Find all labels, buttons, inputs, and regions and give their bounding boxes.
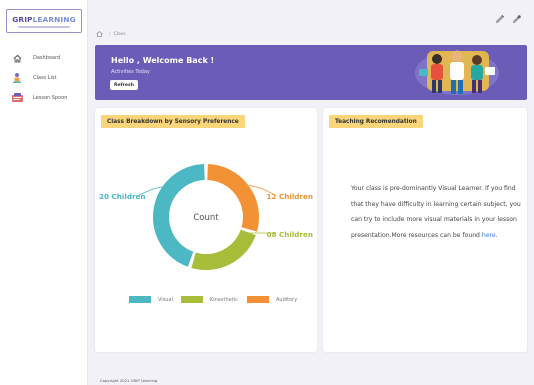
- donut-slice-kinesthetic[interactable]: [191, 229, 256, 270]
- breadcrumb-separator: /: [109, 31, 111, 37]
- class-breakdown-card: Class Breakdown by Sensory Preference Co…: [95, 108, 317, 352]
- recommendation-end: .: [495, 231, 498, 239]
- data-label-visual: 20 Children: [99, 192, 146, 201]
- refresh-button[interactable]: Refresh: [110, 80, 138, 90]
- data-label-auditory: 12 Children: [266, 192, 313, 201]
- class-list-icon: [10, 71, 24, 85]
- teaching-recommendation-card: Teaching Recomendation Your class is pre…: [323, 108, 527, 352]
- students-illustration: [415, 50, 499, 95]
- legend-item-kinesthetic: Kinesthetic: [181, 296, 238, 303]
- sidebar-item-dashboard[interactable]: Dashboard: [0, 48, 88, 68]
- home-icon: [10, 51, 24, 65]
- edit-icon[interactable]: [494, 14, 505, 25]
- legend-label-kinesthetic: Kinesthetic: [210, 296, 238, 303]
- banner-subtitle: Activities Today: [111, 69, 150, 75]
- breadcrumb-home-icon[interactable]: [96, 31, 103, 37]
- recommendation-body: Your class is pre-dominantly Visual Lear…: [351, 185, 521, 239]
- sidebar-nav: Dashboard Class List Lesson Spoon: [0, 48, 88, 108]
- sidebar-item-label: Class List: [33, 75, 57, 81]
- class-breakdown-title: Class Breakdown by Sensory Preference: [101, 115, 245, 128]
- sidebar: GRIPLEARNING Dashboard Class List Lesson…: [0, 0, 88, 385]
- logo-wordmark: GRIPLEARNING: [12, 15, 75, 24]
- legend-item-auditory: Auditory: [247, 296, 297, 303]
- footer-copyright: Copyright 2021 GRIP Learning: [100, 378, 158, 383]
- settings-icon[interactable]: [511, 14, 522, 25]
- sidebar-item-lesson[interactable]: Lesson Spoon: [0, 88, 88, 108]
- legend-item-visual: Visual: [129, 296, 173, 303]
- sidebar-item-label: Dashboard: [33, 55, 61, 61]
- banner-title: Hello , Welcome Back !: [111, 56, 215, 65]
- data-label-kinesthetic: 08 Children: [266, 230, 313, 239]
- sidebar-item-label: Lesson Spoon: [33, 95, 68, 101]
- welcome-banner: Hello , Welcome Back ! Activities Today …: [95, 45, 527, 100]
- legend-swatch-auditory: [247, 296, 269, 303]
- breadcrumb-current: Class: [113, 31, 126, 37]
- topbar-actions: [494, 14, 522, 25]
- teaching-recommendation-title: Teaching Recomendation: [329, 115, 423, 128]
- logo-part-grip: GRIP: [12, 14, 33, 24]
- chart-center-label: Count: [193, 213, 219, 223]
- logo-part-learning: LEARNING: [32, 14, 76, 24]
- resources-link[interactable]: here: [482, 232, 496, 239]
- legend-label-visual: Visual: [158, 296, 173, 303]
- topbar: / Class: [88, 0, 534, 40]
- lesson-icon: [10, 91, 24, 105]
- logo[interactable]: GRIPLEARNING: [6, 9, 82, 33]
- legend-swatch-visual: [129, 296, 151, 303]
- breadcrumb: / Class: [96, 31, 126, 37]
- recommendation-text: Your class is pre-dominantly Visual Lear…: [351, 181, 521, 243]
- legend-label-auditory: Auditory: [276, 296, 298, 303]
- logo-tagline-bar: [18, 25, 70, 28]
- legend-swatch-kinesthetic: [181, 296, 203, 303]
- sidebar-item-class-list[interactable]: Class List: [0, 68, 88, 88]
- sensory-donut-chart: Count 20 Children 12 Children 08 Children: [99, 164, 313, 270]
